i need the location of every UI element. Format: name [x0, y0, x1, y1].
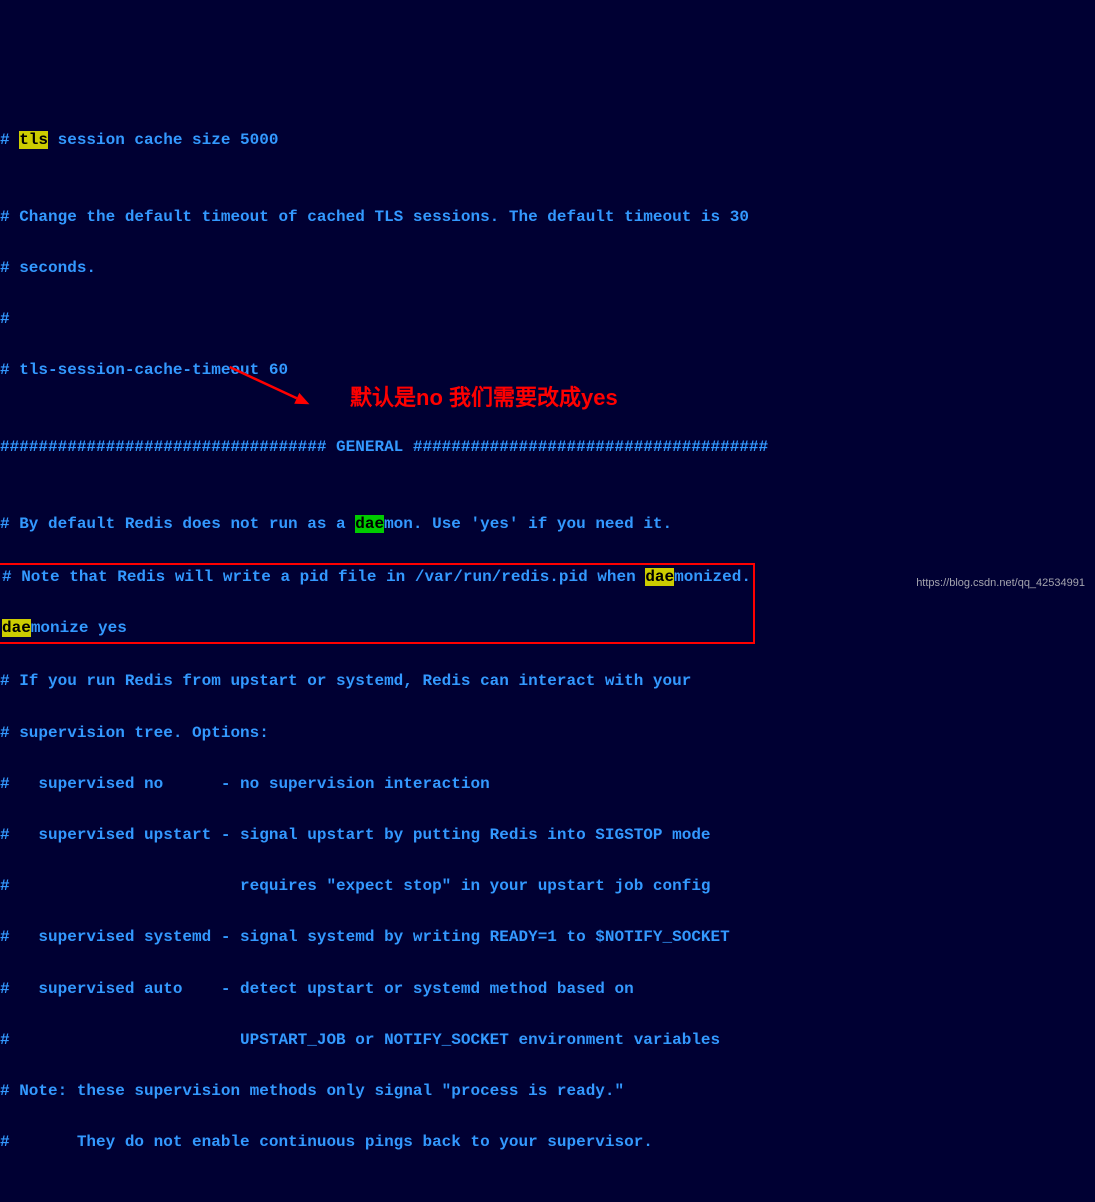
text: monize yes [31, 619, 127, 637]
config-line: # Note that Redis will write a pid file … [2, 565, 751, 591]
text: session cache size 5000 [48, 131, 278, 149]
annotation-highlight-box: # Note that Redis will write a pid file … [0, 563, 755, 644]
config-line: # requires "expect stop" in your upstart… [0, 874, 1095, 900]
config-line: # supervised upstart - signal upstart by… [0, 823, 1095, 849]
section-header: ################################## GENER… [0, 435, 1095, 461]
config-line: # seconds. [0, 256, 1095, 282]
config-line: # supervision tree. Options: [0, 721, 1095, 747]
config-line: # tls-session-cache-timeout 60 [0, 358, 1095, 384]
text: # By default Redis does not run as a [0, 515, 355, 533]
config-line: # Note: these supervision methods only s… [0, 1079, 1095, 1105]
text: monized. [674, 568, 751, 586]
text: # Note that Redis will write a pid file … [2, 568, 645, 586]
config-line: # tls session cache size 5000 [0, 128, 1095, 154]
config-line: # supervised systemd - signal systemd by… [0, 925, 1095, 951]
config-line: # supervised auto - detect upstart or sy… [0, 977, 1095, 1003]
search-highlight-current: dae [355, 515, 384, 533]
text: # [0, 131, 19, 149]
search-highlight: dae [2, 619, 31, 637]
config-line: # By default Redis does not run as a dae… [0, 512, 1095, 538]
config-line: # They do not enable continuous pings ba… [0, 1130, 1095, 1156]
watermark-text: https://blog.csdn.net/qq_42534991 [916, 575, 1085, 593]
config-line: # [0, 307, 1095, 333]
search-highlight: tls [19, 131, 48, 149]
config-line: # If you run Redis from upstart or syste… [0, 669, 1095, 695]
search-highlight: dae [645, 568, 674, 586]
text: mon. Use 'yes' if you need it. [384, 515, 672, 533]
config-line: # UPSTART_JOB or NOTIFY_SOCKET environme… [0, 1028, 1095, 1054]
config-line: # supervised no - no supervision interac… [0, 772, 1095, 798]
config-daemonize-line: daemonize yes [2, 616, 751, 642]
config-line: # Change the default timeout of cached T… [0, 205, 1095, 231]
terminal-viewport[interactable]: # tls session cache size 5000 # Change t… [0, 102, 1095, 1181]
